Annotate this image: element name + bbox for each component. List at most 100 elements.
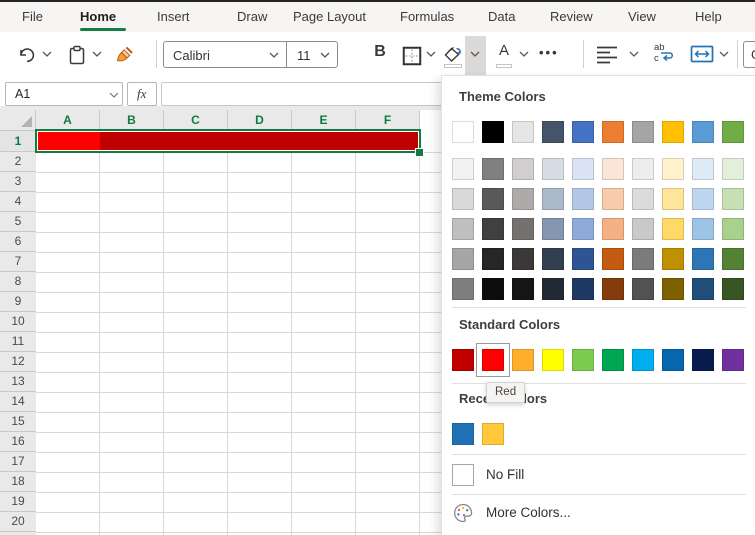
theme-variant-swatch-4-0[interactable]: [452, 278, 474, 300]
theme-variant-swatch-1-7[interactable]: [662, 188, 684, 210]
column-header-c[interactable]: C: [164, 110, 228, 131]
tab-formulas[interactable]: Formulas: [400, 9, 454, 24]
row-header-13[interactable]: 13: [0, 372, 36, 392]
theme-color-swatch-9[interactable]: [722, 121, 744, 143]
theme-variant-swatch-2-3[interactable]: [542, 218, 564, 240]
wrap-text-icon[interactable]: ab c: [652, 41, 678, 69]
standard-color-swatch-3[interactable]: [542, 349, 564, 371]
column-header-d[interactable]: D: [228, 110, 292, 131]
theme-variant-swatch-0-1[interactable]: [482, 158, 504, 180]
row-header-6[interactable]: 6: [0, 232, 36, 252]
column-header-b[interactable]: B: [100, 110, 164, 131]
theme-variant-swatch-4-2[interactable]: [512, 278, 534, 300]
recent-color-swatch-0[interactable]: [452, 423, 474, 445]
row-header-4[interactable]: 4: [0, 192, 36, 212]
row-header-15[interactable]: 15: [0, 412, 36, 432]
theme-variant-swatch-0-7[interactable]: [662, 158, 684, 180]
theme-variant-swatch-2-2[interactable]: [512, 218, 534, 240]
tab-file[interactable]: File: [22, 9, 43, 24]
theme-variant-swatch-4-3[interactable]: [542, 278, 564, 300]
row-header-14[interactable]: 14: [0, 392, 36, 412]
cells-b1-f1-fill[interactable]: [100, 132, 418, 150]
merge-chevron-icon[interactable]: [719, 51, 729, 58]
theme-color-swatch-2[interactable]: [512, 121, 534, 143]
row-header-3[interactable]: 3: [0, 172, 36, 192]
theme-variant-swatch-3-9[interactable]: [722, 248, 744, 270]
theme-variant-swatch-2-7[interactable]: [662, 218, 684, 240]
standard-color-swatch-0[interactable]: [452, 349, 474, 371]
standard-color-swatch-7[interactable]: [662, 349, 684, 371]
format-painter-icon[interactable]: [114, 44, 136, 66]
column-header-e[interactable]: E: [292, 110, 356, 131]
theme-variant-swatch-1-6[interactable]: [632, 188, 654, 210]
tab-review[interactable]: Review: [550, 9, 593, 24]
selection-range-a1-f1[interactable]: [35, 129, 421, 153]
tab-data[interactable]: Data: [488, 9, 515, 24]
theme-color-swatch-5[interactable]: [602, 121, 624, 143]
theme-variant-swatch-3-3[interactable]: [542, 248, 564, 270]
borders-icon[interactable]: [401, 45, 423, 67]
row-header-12[interactable]: 12: [0, 352, 36, 372]
theme-variant-swatch-4-6[interactable]: [632, 278, 654, 300]
insert-function-button[interactable]: fx: [127, 82, 157, 106]
standard-color-swatch-6[interactable]: [632, 349, 654, 371]
tab-page-layout[interactable]: Page Layout: [293, 9, 366, 24]
theme-variant-swatch-1-0[interactable]: [452, 188, 474, 210]
theme-color-swatch-0[interactable]: [452, 121, 474, 143]
standard-color-swatch-1[interactable]: [482, 349, 504, 371]
theme-variant-swatch-1-2[interactable]: [512, 188, 534, 210]
theme-color-swatch-4[interactable]: [572, 121, 594, 143]
theme-variant-swatch-4-5[interactable]: [602, 278, 624, 300]
sheet-cells[interactable]: [36, 131, 441, 535]
standard-color-swatch-5[interactable]: [602, 349, 624, 371]
standard-color-swatch-4[interactable]: [572, 349, 594, 371]
row-header-19[interactable]: 19: [0, 492, 36, 512]
standard-color-swatch-9[interactable]: [722, 349, 744, 371]
fill-color-bucket-icon[interactable]: [442, 44, 464, 66]
row-header-2[interactable]: 2: [0, 152, 36, 172]
tab-home[interactable]: Home: [80, 9, 116, 24]
theme-color-swatch-1[interactable]: [482, 121, 504, 143]
more-colors-label[interactable]: More Colors...: [486, 505, 571, 520]
undo-chevron-icon[interactable]: [42, 51, 52, 58]
selection-fill-handle[interactable]: [415, 148, 424, 157]
row-header-20[interactable]: 20: [0, 512, 36, 532]
theme-variant-swatch-2-0[interactable]: [452, 218, 474, 240]
theme-color-swatch-7[interactable]: [662, 121, 684, 143]
theme-variant-swatch-1-8[interactable]: [692, 188, 714, 210]
theme-variant-swatch-3-0[interactable]: [452, 248, 474, 270]
bold-button[interactable]: B: [370, 43, 390, 61]
theme-variant-swatch-1-5[interactable]: [602, 188, 624, 210]
align-chevron-icon[interactable]: [629, 51, 639, 58]
theme-variant-swatch-3-6[interactable]: [632, 248, 654, 270]
name-box-chevron-icon[interactable]: [109, 92, 119, 99]
row-header-17[interactable]: 17: [0, 452, 36, 472]
palette-icon[interactable]: [452, 502, 474, 524]
cell-a1-fill[interactable]: [38, 132, 100, 150]
recent-color-swatch-1[interactable]: [482, 423, 504, 445]
row-header-16[interactable]: 16: [0, 432, 36, 452]
standard-color-swatch-8[interactable]: [692, 349, 714, 371]
theme-variant-swatch-2-1[interactable]: [482, 218, 504, 240]
fill-color-chevron-icon[interactable]: [470, 51, 480, 58]
row-header-7[interactable]: 7: [0, 252, 36, 272]
theme-variant-swatch-2-5[interactable]: [602, 218, 624, 240]
row-header-1[interactable]: 1: [0, 131, 36, 152]
tab-insert[interactable]: Insert: [157, 9, 190, 24]
theme-variant-swatch-4-8[interactable]: [692, 278, 714, 300]
row-header-8[interactable]: 8: [0, 272, 36, 292]
row-header-18[interactable]: 18: [0, 472, 36, 492]
theme-variant-swatch-4-7[interactable]: [662, 278, 684, 300]
more-commands-ellipsis-icon[interactable]: •••: [539, 45, 559, 60]
theme-variant-swatch-1-4[interactable]: [572, 188, 594, 210]
theme-variant-swatch-2-8[interactable]: [692, 218, 714, 240]
row-header-11[interactable]: 11: [0, 332, 36, 352]
name-box[interactable]: A1: [5, 82, 123, 106]
font-name-chevron-icon[interactable]: [269, 52, 279, 59]
merge-center-icon[interactable]: [690, 44, 714, 64]
theme-variant-swatch-3-2[interactable]: [512, 248, 534, 270]
tab-view[interactable]: View: [628, 9, 656, 24]
theme-variant-swatch-0-2[interactable]: [512, 158, 534, 180]
row-header-9[interactable]: 9: [0, 292, 36, 312]
align-icon[interactable]: [596, 46, 620, 64]
